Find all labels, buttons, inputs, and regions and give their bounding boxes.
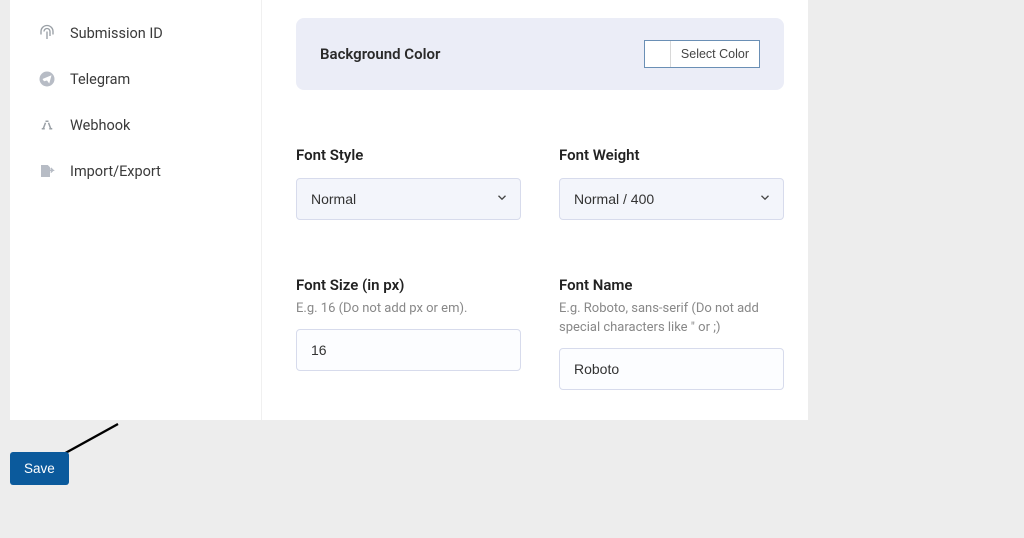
field-help: E.g. Roboto, sans-serif (Do not add spec… <box>559 300 784 338</box>
font-name-field: Font Name E.g. Roboto, sans-serif (Do no… <box>559 276 784 390</box>
select-color-button[interactable]: Select Color <box>644 40 760 68</box>
webhook-icon <box>38 116 56 134</box>
field-label: Font Size (in px) <box>296 276 521 294</box>
sidebar-item-submission-id[interactable]: Submission ID <box>10 10 261 56</box>
sidebar: Submission ID Telegram Webhook Import/Ex… <box>10 0 262 420</box>
settings-card: Submission ID Telegram Webhook Import/Ex… <box>10 0 808 420</box>
sidebar-item-webhook[interactable]: Webhook <box>10 102 261 148</box>
select-color-label: Select Color <box>671 47 759 61</box>
telegram-icon <box>38 70 56 88</box>
sidebar-item-label: Webhook <box>70 117 130 134</box>
field-label: Font Style <box>296 146 521 164</box>
sidebar-item-label: Submission ID <box>70 25 163 42</box>
sidebar-item-import-export[interactable]: Import/Export <box>10 148 261 194</box>
font-weight-select[interactable] <box>559 178 784 220</box>
fingerprint-icon <box>38 24 56 42</box>
font-size-input[interactable] <box>296 329 521 371</box>
background-color-panel: Background Color Select Color <box>296 18 784 90</box>
fields-row-2: Font Size (in px) E.g. 16 (Do not add px… <box>296 276 784 390</box>
font-name-input[interactable] <box>559 348 784 390</box>
save-button[interactable]: Save <box>10 452 69 485</box>
font-weight-field: Font Weight <box>559 146 784 220</box>
fields-row-1: Font Style Font Weight <box>296 146 784 220</box>
font-style-select[interactable] <box>296 178 521 220</box>
field-label: Font Name <box>559 276 784 294</box>
sidebar-item-label: Import/Export <box>70 163 161 180</box>
font-style-field: Font Style <box>296 146 521 220</box>
content-area: Background Color Select Color Font Style… <box>262 0 808 420</box>
field-label: Font Weight <box>559 146 784 164</box>
sidebar-item-telegram[interactable]: Telegram <box>10 56 261 102</box>
panel-title: Background Color <box>320 45 440 63</box>
color-swatch <box>645 41 671 67</box>
sidebar-item-label: Telegram <box>70 71 130 88</box>
field-help: E.g. 16 (Do not add px or em). <box>296 300 521 319</box>
font-size-field: Font Size (in px) E.g. 16 (Do not add px… <box>296 276 521 390</box>
import-export-icon <box>38 162 56 180</box>
